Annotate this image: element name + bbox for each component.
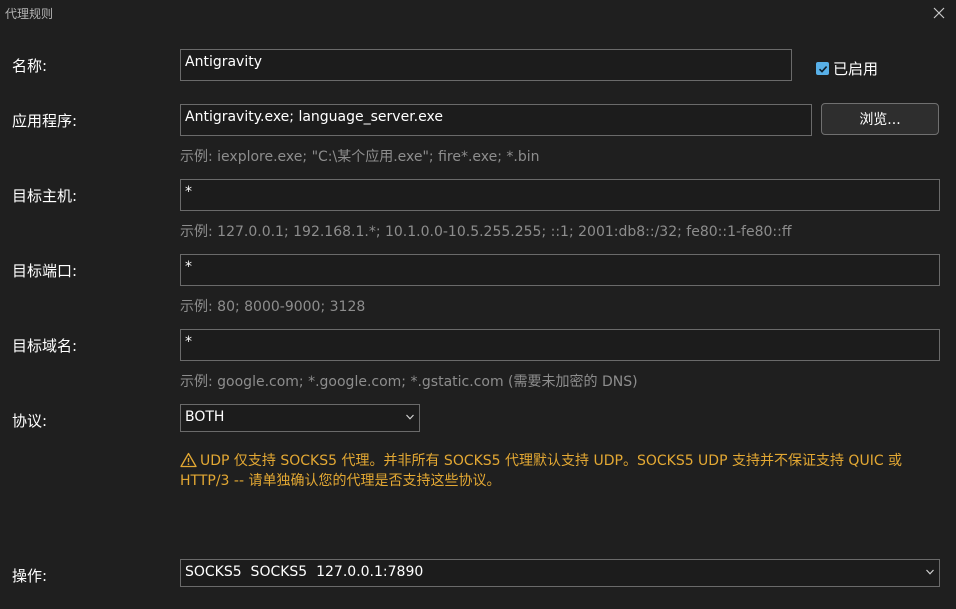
applications-input[interactable]: Antigravity.exe; language_server.exe [180, 104, 812, 136]
chevron-down-icon [926, 569, 934, 575]
protocol-select[interactable]: BOTH [180, 404, 420, 432]
udp-warning: UDP 仅支持 SOCKS5 代理。并非所有 SOCKS5 代理默认支持 UDP… [180, 451, 936, 491]
action-select[interactable]: SOCKS5 SOCKS5 127.0.0.1:7890 [180, 559, 940, 587]
target-domains-hint: 示例: google.com; *.google.com; *.gstatic.… [180, 374, 638, 390]
close-icon [933, 7, 945, 19]
target-hosts-hint: 示例: 127.0.0.1; 192.168.1.*; 10.1.0.0-10.… [180, 224, 792, 240]
warning-triangle-icon [180, 452, 197, 468]
name-input[interactable]: Antigravity [180, 49, 792, 81]
target-ports-hint: 示例: 80; 8000-9000; 3128 [180, 299, 366, 315]
chevron-down-icon [406, 414, 414, 420]
enabled-label: 已启用 [833, 60, 879, 78]
udp-warning-text: UDP 仅支持 SOCKS5 代理。并非所有 SOCKS5 代理默认支持 UDP… [180, 453, 903, 489]
browse-button[interactable]: 浏览... [821, 103, 939, 135]
applications-label: 应用程序: [12, 112, 78, 130]
title-bar: 代理规则 [0, 0, 956, 26]
close-button[interactable] [928, 2, 950, 24]
applications-hint: 示例: iexplore.exe; "C:\某个应用.exe"; fire*.e… [180, 149, 540, 165]
name-label: 名称: [12, 57, 48, 75]
protocol-selected-value: BOTH [185, 409, 225, 425]
action-selected-value: SOCKS5 SOCKS5 127.0.0.1:7890 [185, 564, 424, 580]
target-hosts-input[interactable]: * [180, 179, 940, 211]
enabled-checkbox[interactable]: 已启用 [816, 58, 878, 79]
target-ports-label: 目标端口: [12, 262, 78, 280]
target-domains-input[interactable]: * [180, 329, 940, 361]
proxy-rule-dialog: 代理规则 名称: Antigravity 已启用 应用程序: Antigravi… [0, 0, 956, 609]
window-title: 代理规则 [5, 7, 54, 21]
target-hosts-label: 目标主机: [12, 187, 78, 205]
action-label: 操作: [12, 567, 48, 585]
checkmark-icon [818, 65, 827, 73]
target-domains-label: 目标域名: [12, 337, 78, 355]
checkbox-box [816, 62, 829, 75]
target-ports-input[interactable]: * [180, 254, 940, 286]
protocol-label: 协议: [12, 412, 48, 430]
